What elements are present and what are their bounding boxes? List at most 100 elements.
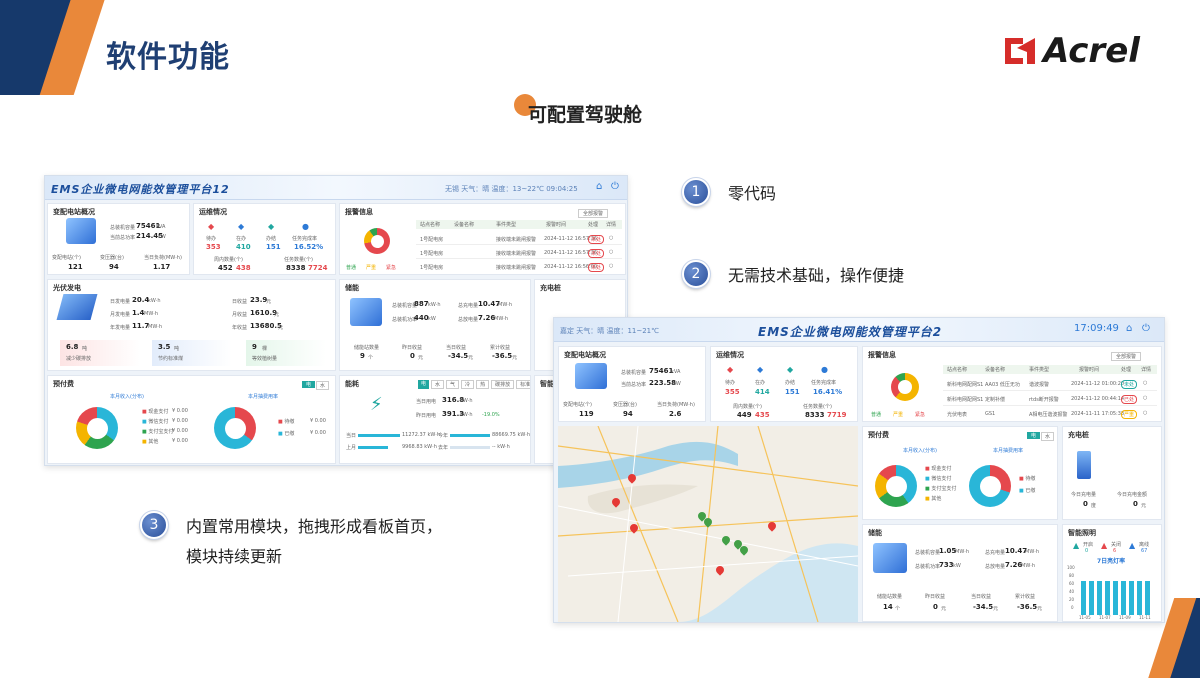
dashboard-screenshot-2: 嘉定 天气：晴 温度：11~21℃ EMS企业微电网能效管理平台2 17:09:… [553, 317, 1165, 623]
feature-number: 1 [681, 177, 711, 207]
label: 昨日收益 [402, 345, 423, 351]
detail-icon[interactable]: ○ [1143, 410, 1147, 416]
value: -36.5 [492, 352, 513, 360]
value: 7719 [827, 411, 847, 419]
value: 0 [1133, 500, 1138, 508]
rate-bar [1129, 581, 1134, 615]
legend-item: ■ 其他 [925, 496, 942, 502]
table-row[interactable]: 1号配电房 接收端未跳闸报警 2024-11-12 16:57:36 未处 ○ [416, 247, 622, 259]
value: 8333 [805, 411, 825, 419]
value: 2.6 [669, 410, 682, 418]
x-tick: 11-11 [1139, 615, 1151, 620]
slide-title: 软件功能 [106, 40, 230, 75]
tab-water[interactable]: 水 [1041, 432, 1055, 441]
income-donut [76, 407, 118, 449]
unit: 吨 [174, 346, 180, 352]
feature-3-text: 内置常用模块，拖拽形成看板首页， 模块持续更新 [186, 512, 442, 572]
dashboard-header: EMS企业微电网能效管理平台12 无锡 天气：晴 温度：13~22℃ 09:04… [45, 176, 627, 200]
alarm-filter-select[interactable]: 全部报警 [578, 209, 609, 218]
detail-icon[interactable]: ○ [609, 249, 613, 255]
unit: kW [953, 563, 961, 569]
value: 10.47 [1005, 547, 1028, 555]
home-icon[interactable]: ⌂ [596, 181, 602, 192]
label: 当日收益 [446, 345, 467, 351]
detail-icon[interactable]: ○ [1143, 395, 1147, 401]
tab[interactable]: 标准煤 [516, 380, 530, 389]
home-icon[interactable]: ⌂ [1126, 323, 1132, 334]
table-row[interactable]: 1号配电房 接收端未跳闸报警 2024-11-12 16:56:00 未处 ○ [416, 261, 622, 273]
feature-number: 2 [681, 259, 711, 289]
label: 关闭 [1111, 542, 1122, 548]
detail-icon[interactable]: ○ [609, 235, 613, 241]
label: 待办 [206, 236, 217, 242]
y-tick: 40 [1069, 589, 1075, 594]
table-row[interactable]: 新科电网配网S1 AA03 低压无功 谐波报警 2024-11-12 01:00… [943, 378, 1157, 391]
column-header: 设备名称 [454, 222, 475, 228]
table-row[interactable]: 1号配电房 接收端未跳闸报警 2024-11-12 16:57:36 未处 ○ [416, 233, 622, 245]
done-icon: ◆ [268, 222, 275, 231]
table-row[interactable]: 新科电网配网S1 定制补偿 rtds断开报警 2024-11-12 00:44:… [943, 393, 1157, 406]
panel-substation: 变配电站概况 总装机容量 75461 kVA 当前总功率 223.58 kW 变… [558, 346, 706, 422]
label: 昨日收益 [925, 594, 946, 600]
label: 周内数量(个) [733, 404, 762, 410]
legend-item: ■ 微信支付 [925, 476, 952, 482]
panel-title: 报警信息 [868, 351, 896, 359]
value: ¥ 0.00 [172, 418, 188, 424]
panel-ops: 运维情况 ◆ ◆ ◆ ● 待办 在办 办结 任务完成率 355 414 151 … [710, 346, 858, 422]
value: 7.26 [478, 314, 496, 322]
status-badge: 未处 [1121, 380, 1138, 389]
site-map[interactable] [558, 426, 858, 622]
todo-icon: ◆ [727, 365, 734, 374]
light-on-icon: ▲ [1073, 541, 1080, 550]
detail-icon[interactable]: ○ [1143, 380, 1147, 386]
tab[interactable]: 碳排放 [491, 380, 515, 389]
tab-water[interactable]: 水 [316, 381, 330, 390]
dashboard-title: EMS企业微电网能效管理平台12 [51, 183, 230, 196]
value: 3.5 [158, 343, 171, 351]
power-icon[interactable]: ⏻ [611, 181, 619, 192]
label: 总装机容量 [915, 550, 941, 556]
value: 14 [883, 603, 893, 611]
power-icon[interactable]: ⏻ [1142, 323, 1150, 334]
tab-electric[interactable]: 电 [302, 381, 316, 388]
table-row[interactable]: 光伏电表 GS1 A相电压谐波报警 2024-11-11 17:05:33 严重… [943, 408, 1157, 421]
value: 16.52% [294, 243, 324, 251]
chart-title: 7日亮灯率 [1097, 558, 1126, 565]
value: 7.26 [1005, 561, 1023, 569]
value: 20.4 [132, 296, 150, 304]
value: 355 [725, 388, 740, 396]
cell: 新科电网配网S1 [947, 382, 984, 388]
chart-label: 本月收入(分布) [903, 448, 937, 454]
brand-logo: Acrel [1003, 34, 1140, 68]
storage-icon [350, 298, 382, 326]
value: 449 [737, 411, 752, 419]
value: 23.9 [250, 296, 268, 304]
value: 0 [1083, 500, 1088, 508]
tab[interactable]: 水 [431, 380, 445, 389]
legend-item: 紧急 [915, 412, 926, 418]
value: 151 [785, 388, 800, 396]
tab-electric[interactable]: 电 [1027, 432, 1041, 439]
unit: 元 [993, 606, 999, 612]
tab[interactable]: 热 [476, 380, 490, 389]
detail-icon[interactable]: ○ [609, 263, 613, 269]
y-tick: 20 [1069, 597, 1075, 602]
label: 今日充电金额 [1117, 492, 1148, 498]
value: 414 [755, 388, 770, 396]
column-header: 站点名称 [420, 222, 441, 228]
tab[interactable]: 电 [418, 380, 430, 389]
cell: 接收端未跳闸报警 [496, 251, 537, 257]
x-tick: 11-07 [1099, 615, 1111, 620]
legend-item: 紧急 [386, 265, 397, 271]
panel-title: 储能 [868, 529, 882, 537]
alarm-filter-select[interactable]: 全部报警 [1111, 352, 1142, 361]
label: 累计收益 [490, 345, 511, 351]
label: 周内数量(个) [214, 257, 243, 263]
panel-title: 预付费 [868, 431, 889, 439]
tab[interactable]: 冷 [461, 380, 475, 389]
tab[interactable]: 气 [446, 380, 460, 389]
value: 9968.83 kW·h [402, 444, 437, 450]
unit: kW [158, 234, 166, 240]
unit: 个 [895, 606, 901, 612]
panel-energy: 能耗 电 水 气 冷 热 碳排放 标准煤 ⚡ 当日用电 316.8 kW·h 昨… [339, 375, 531, 464]
